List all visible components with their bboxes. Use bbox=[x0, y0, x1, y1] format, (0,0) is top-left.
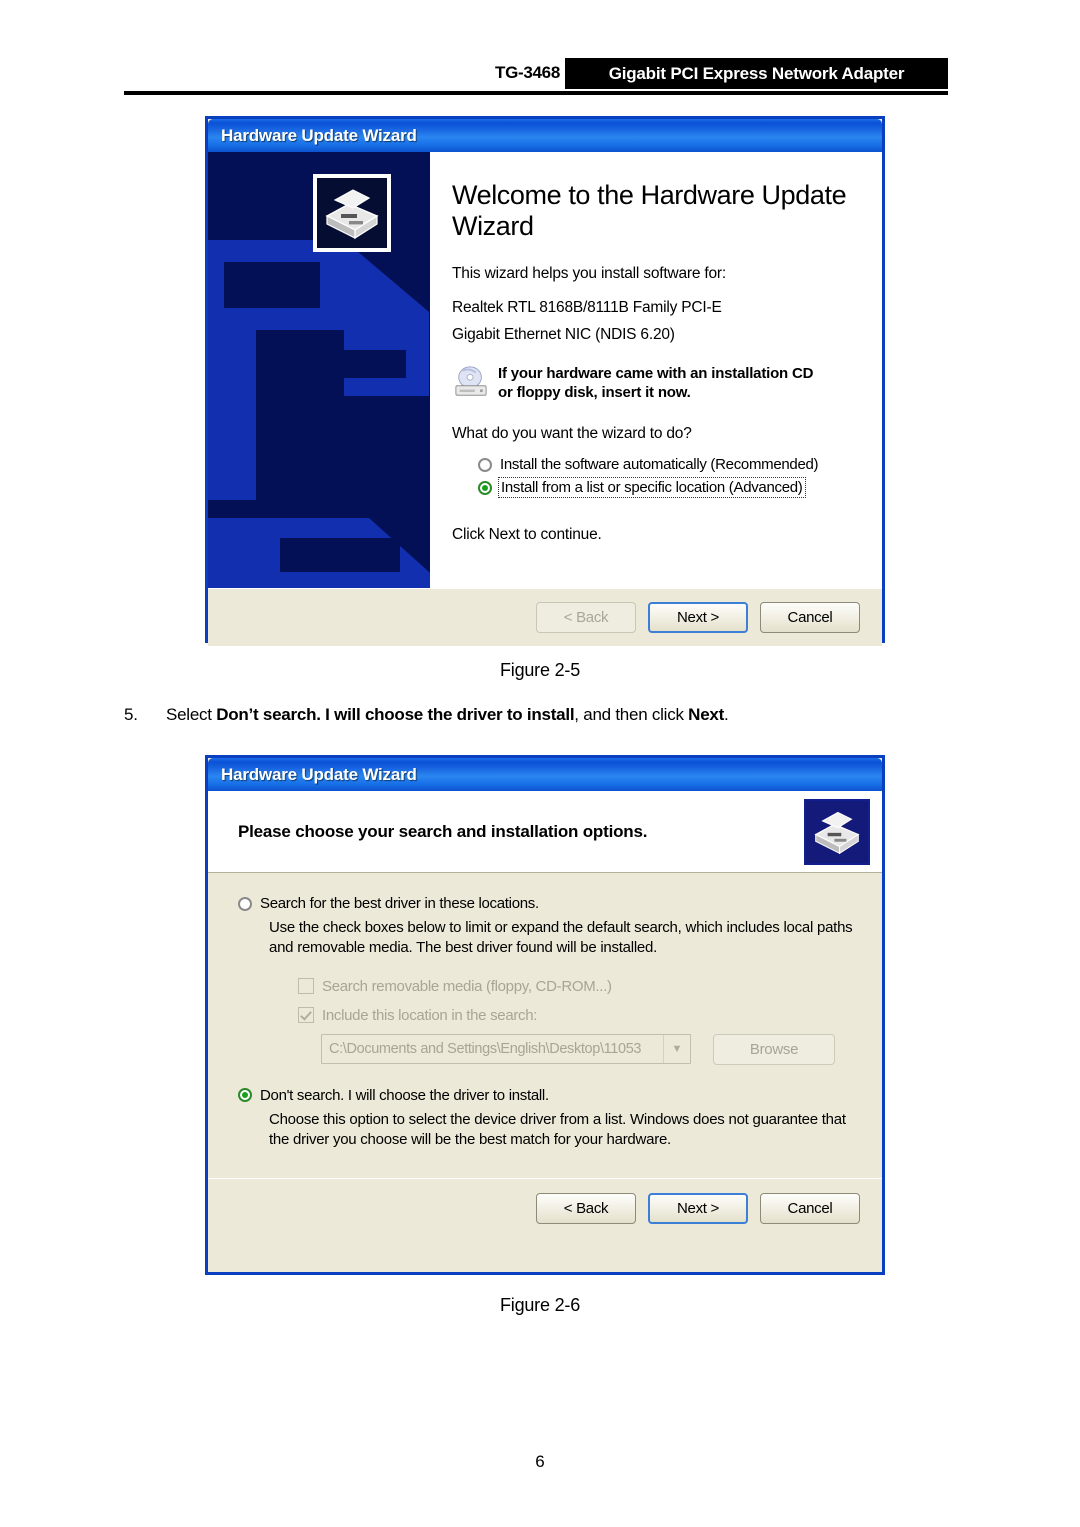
page-number: 6 bbox=[535, 1452, 545, 1471]
checkbox-label-include-this-location: Include this location in the search: bbox=[322, 1006, 538, 1024]
checkbox-row-search-removable[interactable]: Search removable media (floppy, CD-ROM..… bbox=[298, 978, 854, 995]
step-5-text-after: . bbox=[724, 705, 729, 724]
back-button[interactable]: < Back bbox=[536, 602, 636, 633]
location-path-combobox[interactable]: C:\Documents and Settings\English\Deskto… bbox=[321, 1034, 691, 1065]
back-button-2[interactable]: < Back bbox=[536, 1193, 636, 1224]
radio-label-install-automatically: Install the software automatically (Reco… bbox=[500, 456, 819, 474]
checkbox-row-include-location[interactable]: Include this location in the search: bbox=[298, 1007, 854, 1024]
header-rule bbox=[124, 91, 948, 95]
search-locations-description: Use the check boxes below to limit or ex… bbox=[269, 919, 853, 956]
welcome-dialog-title: Hardware Update Wizard bbox=[221, 125, 417, 145]
next-button-2[interactable]: Next > bbox=[648, 1193, 748, 1224]
cd-drive-icon bbox=[455, 366, 487, 396]
click-next-instruction: Click Next to continue. bbox=[452, 526, 602, 544]
figure-2-6-caption: Figure 2-6 bbox=[499, 1295, 581, 1315]
figure-2-5-caption: Figure 2-5 bbox=[499, 660, 581, 680]
path-selection-row: C:\Documents and Settings\English\Deskto… bbox=[321, 1033, 854, 1065]
wizard-question-label: What do you want the wizard to do? bbox=[452, 425, 692, 443]
options-dialog-heading: Please choose your search and installati… bbox=[238, 821, 648, 841]
next-button[interactable]: Next > bbox=[648, 602, 748, 633]
network-adapter-icon bbox=[313, 174, 391, 252]
radio-button-dont-search[interactable] bbox=[238, 1088, 252, 1103]
cancel-button-2[interactable]: Cancel bbox=[760, 1193, 860, 1224]
checkbox-search-removable-media[interactable] bbox=[298, 978, 314, 995]
device-name-line-2: Gigabit Ethernet NIC (NDIS 6.20) bbox=[452, 325, 675, 343]
location-path-value: C:\Documents and Settings\English\Deskto… bbox=[329, 1041, 642, 1058]
device-name-line-1: Realtek RTL 8168B/8111B Family PCI-E bbox=[452, 298, 722, 316]
wizard-watermark-panel bbox=[208, 152, 430, 588]
network-card-glyph-small bbox=[814, 811, 860, 854]
radio-button-install-from-list[interactable] bbox=[478, 480, 492, 495]
radio-button-search-locations[interactable] bbox=[238, 896, 252, 911]
radio-option-dont-search[interactable]: Don't search. I will choose the driver t… bbox=[238, 1087, 854, 1104]
radio-label-install-from-list: Install from a list or specific location… bbox=[498, 477, 806, 499]
checkbox-include-this-location[interactable] bbox=[298, 1007, 314, 1024]
network-card-glyph bbox=[325, 189, 379, 240]
wizard-watermark-graphic bbox=[208, 240, 430, 588]
step-5-text-before: Select bbox=[166, 705, 217, 724]
hardware-update-wizard-options-dialog: Hardware Update Wizard Please choose you… bbox=[205, 755, 885, 1275]
chevron-down-icon[interactable]: ▼ bbox=[663, 1035, 690, 1064]
radio-option-search-locations[interactable]: Search for the best driver in these loca… bbox=[238, 895, 854, 912]
welcome-dialog-titlebar: Hardware Update Wizard bbox=[208, 119, 882, 152]
browse-button[interactable]: Browse bbox=[713, 1033, 835, 1065]
checkbox-label-search-removable-media: Search removable media (floppy, CD-ROM..… bbox=[322, 977, 612, 995]
radio-label-dont-search: Don't search. I will choose the driver t… bbox=[260, 1086, 549, 1104]
network-adapter-icon-small bbox=[804, 798, 870, 865]
step-5-bold-next: Next bbox=[688, 705, 725, 724]
radio-label-search-locations: Search for the best driver in these loca… bbox=[260, 895, 539, 912]
dont-search-description: Choose this option to select the device … bbox=[269, 1110, 846, 1148]
cancel-button[interactable]: Cancel bbox=[760, 602, 860, 633]
step-5-text-middle: , and then click bbox=[574, 705, 689, 724]
step-5-instruction: 5. Select Don’t search. I will choose th… bbox=[124, 705, 948, 725]
welcome-intro-text: This wizard helps you install software f… bbox=[452, 264, 726, 282]
cd-note-line-1: If your hardware came with an installati… bbox=[498, 364, 814, 382]
welcome-dialog-button-bar: < Back Next > Cancel bbox=[208, 588, 882, 646]
step-5-bold-option: Don’t search. I will choose the driver t… bbox=[216, 705, 575, 724]
page-header: TG-3468 Gigabit PCI Express Network Adap… bbox=[124, 58, 948, 95]
welcome-heading: Welcome to the Hardware Update Wizard bbox=[452, 180, 847, 242]
radio-button-install-automatically[interactable] bbox=[478, 457, 492, 472]
header-product-band: Gigabit PCI Express Network Adapter bbox=[565, 58, 948, 89]
options-dialog-title: Hardware Update Wizard bbox=[221, 764, 417, 784]
step-5-number: 5. bbox=[124, 705, 138, 724]
cd-note-line-2: or floppy disk, insert it now. bbox=[498, 384, 691, 402]
radio-option-install-from-list[interactable]: Install from a list or specific location… bbox=[478, 477, 860, 499]
header-model-number: TG-3468 bbox=[495, 63, 560, 82]
hardware-update-wizard-welcome-dialog: Hardware Update Wizard Welcome to the Ha… bbox=[205, 116, 885, 646]
installation-cd-note: If your hardware came with an installati… bbox=[452, 364, 860, 404]
options-dialog-button-bar: < Back Next > Cancel bbox=[208, 1178, 882, 1238]
radio-option-install-automatically[interactable]: Install the software automatically (Reco… bbox=[478, 456, 860, 473]
options-dialog-titlebar: Hardware Update Wizard bbox=[208, 758, 882, 791]
options-dialog-header: Please choose your search and installati… bbox=[208, 791, 882, 873]
